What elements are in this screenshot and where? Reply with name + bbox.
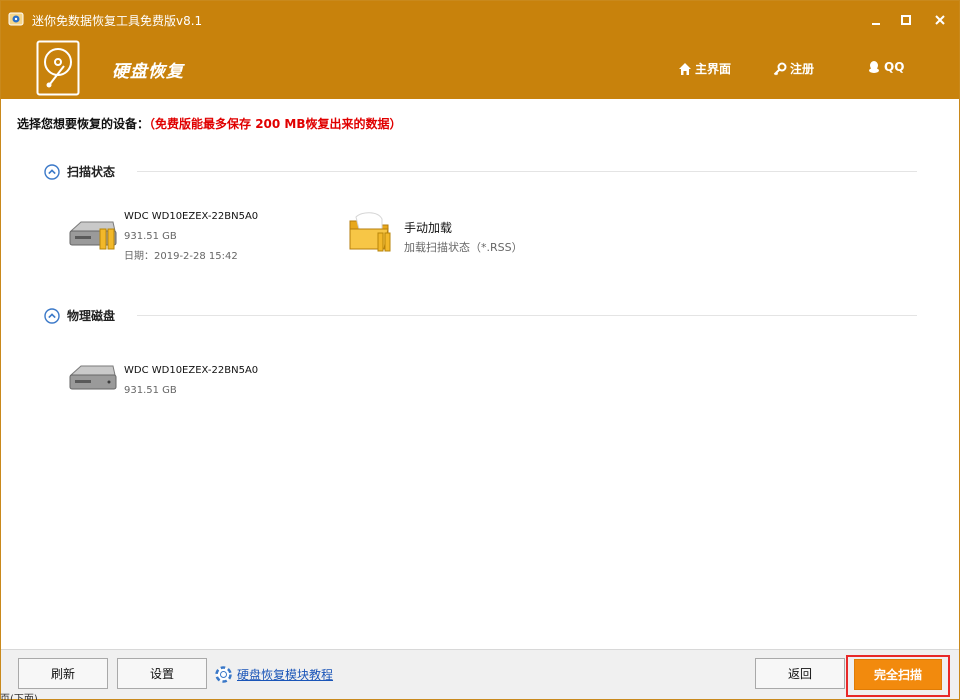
section-divider bbox=[137, 171, 917, 172]
minimize-button[interactable] bbox=[863, 7, 889, 33]
title-bar[interactable]: 迷你免数据恢复工具免费版v8.1 bbox=[1, 1, 959, 37]
minimize-icon bbox=[872, 23, 880, 25]
full-scan-button[interactable]: 完全扫描 bbox=[854, 659, 942, 690]
section-scan-status-title: 扫描状态 bbox=[67, 165, 116, 179]
device-name: WDC WD10EZEX-22BN5A0 bbox=[124, 365, 259, 376]
device-size: 931.51 GB bbox=[124, 231, 177, 242]
back-button[interactable]: 返回 bbox=[755, 658, 845, 689]
header-band: 硬盘恢复 主界面 注册 QQ bbox=[1, 37, 959, 99]
hard-drive-icon bbox=[69, 365, 117, 390]
section-scan-status-toggle[interactable]: 扫描状态 bbox=[44, 163, 115, 180]
collapse-chevron-icon bbox=[44, 163, 60, 180]
app-icon bbox=[8, 12, 24, 26]
hard-disk-logo-icon bbox=[36, 40, 80, 96]
physical-disk-wdc[interactable]: WDC WD10EZEX-22BN5A0 931.51 GB bbox=[67, 363, 287, 403]
device-name: WDC WD10EZEX-22BN5A0 bbox=[124, 211, 259, 222]
device-selection-panel: 选择您想要恢复的设备：（免费版能最多保存 200 MB恢复出来的数据） 扫描状态… bbox=[1, 99, 959, 649]
module-title: 硬盘恢复 bbox=[112, 62, 184, 82]
folder-icon bbox=[349, 212, 391, 252]
home-icon bbox=[679, 62, 691, 75]
refresh-button[interactable]: 刷新 bbox=[18, 658, 108, 689]
settings-button[interactable]: 设置 bbox=[117, 658, 207, 689]
prompt-text: 选择您想要恢复的设备： bbox=[17, 117, 150, 131]
key-icon bbox=[773, 62, 787, 75]
scan-date: 日期：2019-2-28 15:42 bbox=[124, 251, 238, 262]
tutorial-link[interactable]: 硬盘恢复模块教程 bbox=[215, 666, 333, 683]
lifebuoy-help-icon bbox=[215, 666, 232, 683]
hard-drive-icon bbox=[69, 221, 117, 250]
section-physical-disk-title: 物理磁盘 bbox=[67, 309, 116, 323]
device-size: 931.51 GB bbox=[124, 385, 177, 396]
nav-qq-link[interactable]: QQ bbox=[867, 60, 904, 74]
nav-home-link[interactable]: 主界面 bbox=[678, 60, 731, 77]
free-version-limit-note: （免费版能最多保存 200 MB恢复出来的数据） bbox=[149, 117, 402, 131]
nav-home-label: 主界面 bbox=[695, 62, 732, 76]
tutorial-link-text: 硬盘恢复模块教程 bbox=[237, 668, 334, 682]
qq-penguin-icon bbox=[869, 61, 879, 73]
manual-load-scan-state[interactable]: 手动加载 加载扫描状态（*.RSS） bbox=[348, 211, 568, 261]
close-button[interactable] bbox=[927, 7, 953, 33]
select-device-prompt: 选择您想要恢复的设备：（免费版能最多保存 200 MB恢复出来的数据） bbox=[17, 115, 402, 132]
close-icon bbox=[935, 15, 945, 25]
maximize-button[interactable] bbox=[893, 7, 919, 33]
maximize-icon bbox=[901, 15, 911, 25]
app-window: 迷你免数据恢复工具免费版v8.1 硬盘恢复 主界面 注册 QQ 选择您想要恢复的… bbox=[0, 0, 960, 700]
nav-register-link[interactable]: 注册 bbox=[773, 60, 814, 77]
manual-load-label: 手动加载 bbox=[404, 221, 453, 235]
status-fragment: 页(下面) bbox=[0, 694, 38, 700]
nav-qq-label: QQ bbox=[884, 60, 905, 74]
section-divider bbox=[137, 315, 917, 316]
collapse-chevron-icon bbox=[44, 307, 60, 324]
scan-status-device-wdc[interactable]: WDC WD10EZEX-22BN5A0 931.51 GB 日期：2019-2… bbox=[67, 211, 307, 263]
nav-register-label: 注册 bbox=[790, 62, 815, 76]
footer-toolbar: 刷新 设置 硬盘恢复模块教程 返回 完全扫描 bbox=[1, 649, 959, 699]
window-title: 迷你免数据恢复工具免费版v8.1 bbox=[32, 14, 203, 28]
section-physical-disk-toggle[interactable]: 物理磁盘 bbox=[44, 307, 115, 324]
manual-load-description: 加载扫描状态（*.RSS） bbox=[404, 241, 523, 254]
